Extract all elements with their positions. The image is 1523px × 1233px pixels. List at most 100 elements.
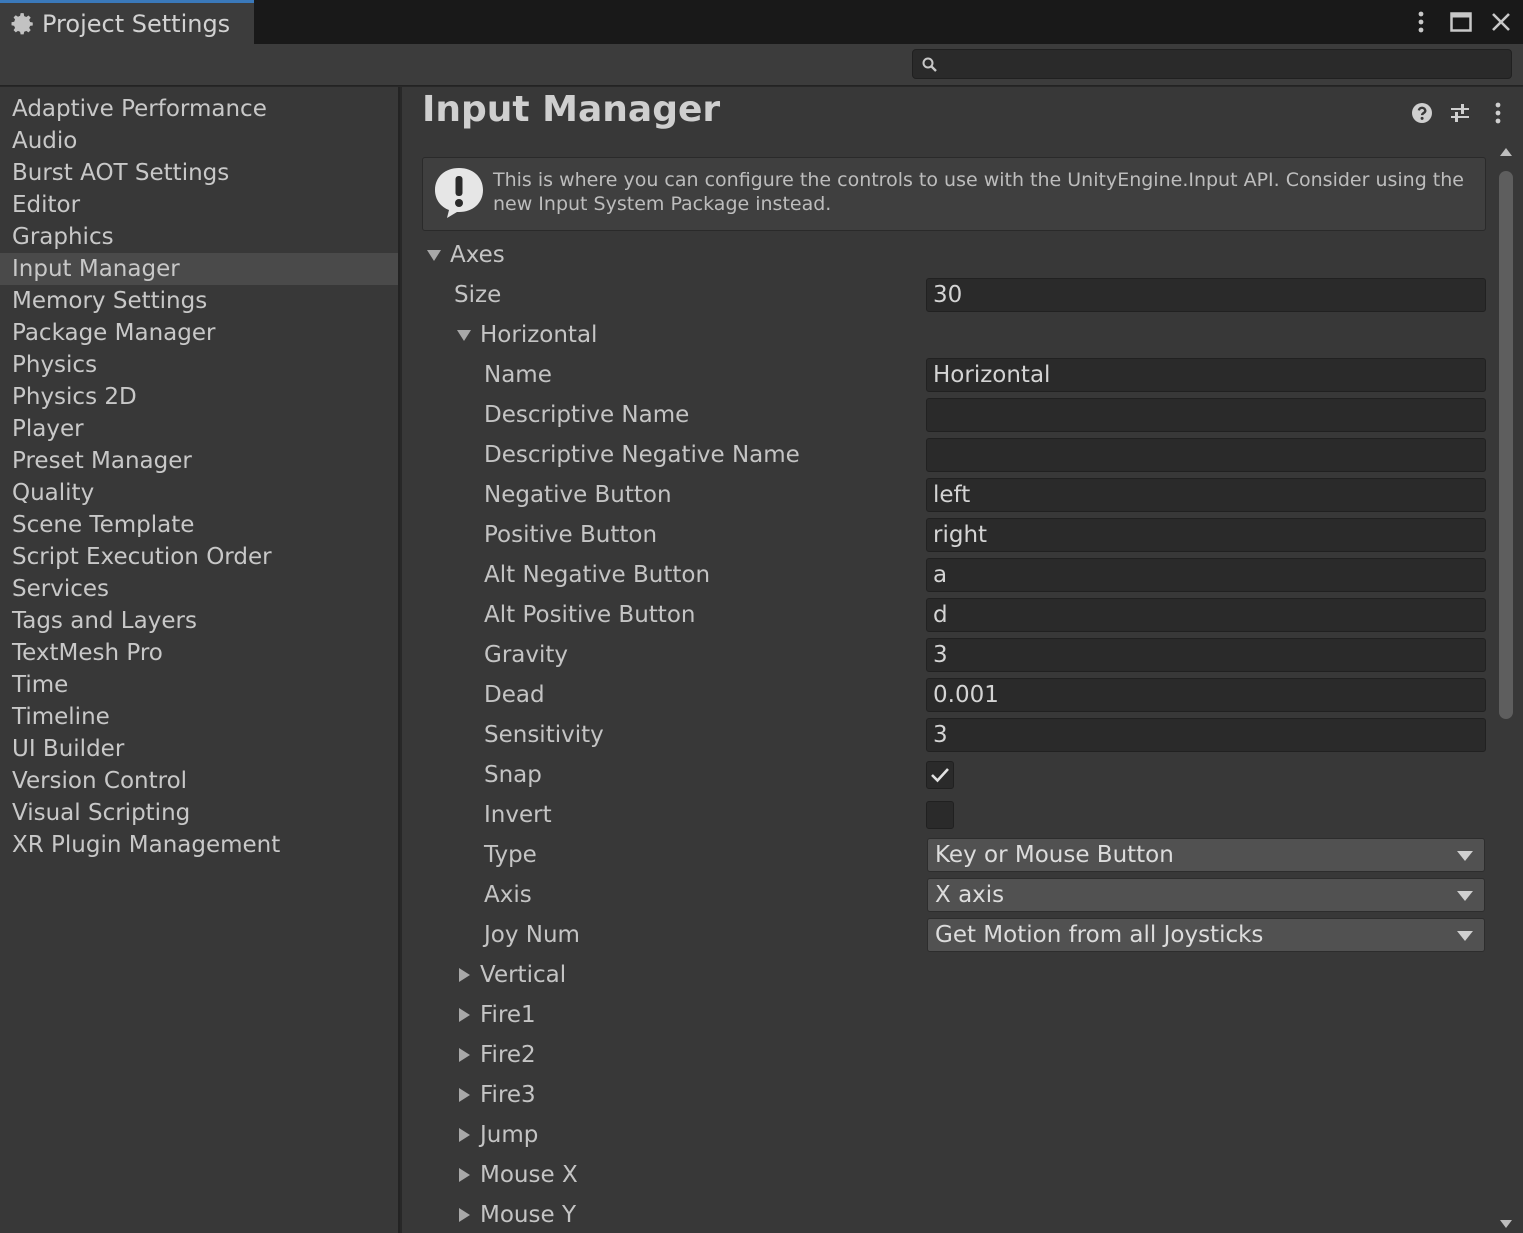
sidebar-item-burst-aot-settings[interactable]: Burst AOT Settings	[0, 157, 398, 189]
sidebar-item-input-manager[interactable]: Input Manager	[0, 253, 398, 285]
sidebar-item-timeline[interactable]: Timeline	[0, 701, 398, 733]
horizontal-foldout: Horizontal	[402, 315, 1492, 355]
fire3-foldout-arrow-icon[interactable]	[456, 1087, 472, 1103]
alt-negative-button-label: Alt Negative Button	[484, 562, 711, 588]
sensitivity-label: Sensitivity	[484, 722, 604, 748]
window-controls	[1409, 6, 1513, 38]
sidebar-item-audio[interactable]: Audio	[0, 125, 398, 157]
search-icon	[922, 57, 937, 72]
settings-main-panel: Input Manager This is where you can conf…	[402, 87, 1523, 1233]
joy-num-dropdown[interactable]: Get Motion from all Joysticks	[927, 918, 1485, 952]
negative-button-field[interactable]: left	[926, 478, 1486, 512]
axis-foldout-label-fire2[interactable]: Fire2	[480, 1035, 536, 1075]
sidebar-item-player[interactable]: Player	[0, 413, 398, 445]
axis-foldout-label-fire3[interactable]: Fire3	[480, 1075, 536, 1115]
alt-positive-button-label: Alt Positive Button	[484, 602, 696, 628]
descriptive-name-row: Descriptive Name	[402, 395, 1492, 435]
project-settings-tab[interactable]: Project Settings	[0, 0, 254, 44]
sidebar-item-editor[interactable]: Editor	[0, 189, 398, 221]
axis-foldout-label-jump[interactable]: Jump	[480, 1115, 538, 1155]
sidebar-item-package-manager[interactable]: Package Manager	[0, 317, 398, 349]
sidebar-item-preset-manager[interactable]: Preset Manager	[0, 445, 398, 477]
positive-button-label: Positive Button	[484, 522, 658, 548]
sidebar-item-script-execution-order[interactable]: Script Execution Order	[0, 541, 398, 573]
alt-positive-button-row: Alt Positive Button d	[402, 595, 1492, 635]
preset-sliders-icon[interactable]	[1449, 101, 1471, 125]
axis-foldout-label-fire1[interactable]: Fire1	[480, 995, 536, 1035]
name-field[interactable]: Horizontal	[926, 358, 1486, 392]
scroll-down-arrow-icon[interactable]	[1499, 1219, 1513, 1229]
fire1-foldout-arrow-icon[interactable]	[456, 1007, 472, 1023]
vertical-scrollbar[interactable]	[1495, 139, 1517, 1233]
toolbar	[0, 44, 1523, 86]
sidebar-item-time[interactable]: Time	[0, 669, 398, 701]
dead-field[interactable]: 0.001	[926, 678, 1486, 712]
sidebar-item-tags-and-layers[interactable]: Tags and Layers	[0, 605, 398, 637]
snap-row: Snap	[402, 755, 1492, 795]
descriptive-negative-name-field[interactable]	[926, 438, 1486, 472]
kebab-menu-icon[interactable]	[1487, 101, 1509, 125]
search-input[interactable]	[945, 52, 1505, 76]
name-row: Name Horizontal	[402, 355, 1492, 395]
tab-title: Project Settings	[42, 9, 231, 38]
fire2-foldout-arrow-icon[interactable]	[456, 1047, 472, 1063]
inspector-header-icons	[1411, 101, 1509, 125]
sidebar-item-quality[interactable]: Quality	[0, 477, 398, 509]
alt-negative-button-field[interactable]: a	[926, 558, 1486, 592]
joy-num-row: Joy Num Get Motion from all Joysticks	[402, 915, 1492, 955]
close-icon[interactable]	[1489, 10, 1513, 34]
sensitivity-field[interactable]: 3	[926, 718, 1486, 752]
positive-button-field[interactable]: right	[926, 518, 1486, 552]
scroll-up-arrow-icon[interactable]	[1499, 147, 1513, 157]
joy-num-dropdown-value: Get Motion from all Joysticks	[935, 922, 1264, 948]
dead-row: Dead 0.001	[402, 675, 1492, 715]
vertical-foldout-arrow-icon[interactable]	[456, 967, 472, 983]
size-field[interactable]: 30	[926, 278, 1486, 312]
type-dropdown[interactable]: Key or Mouse Button	[927, 838, 1485, 872]
axis-foldout-label-vertical[interactable]: Vertical	[480, 955, 566, 995]
snap-label: Snap	[484, 762, 542, 788]
chevron-down-icon	[1457, 891, 1473, 901]
sidebar-item-ui-builder[interactable]: UI Builder	[0, 733, 398, 765]
sidebar-item-visual-scripting[interactable]: Visual Scripting	[0, 797, 398, 829]
mouse-y-foldout-arrow-icon[interactable]	[456, 1207, 472, 1223]
descriptive-name-field[interactable]	[926, 398, 1486, 432]
horizontal-foldout-arrow-icon[interactable]	[456, 327, 472, 343]
jump-foldout-arrow-icon[interactable]	[456, 1127, 472, 1143]
sidebar-item-textmesh-pro[interactable]: TextMesh Pro	[0, 637, 398, 669]
sidebar-item-services[interactable]: Services	[0, 573, 398, 605]
axes-label[interactable]: Axes	[450, 235, 505, 275]
invert-row: Invert	[402, 795, 1492, 835]
positive-button-row: Positive Button right	[402, 515, 1492, 555]
maximize-icon[interactable]	[1449, 10, 1473, 34]
help-icon[interactable]	[1411, 101, 1433, 125]
search-field[interactable]	[912, 49, 1512, 79]
sidebar-item-adaptive-performance[interactable]: Adaptive Performance	[0, 93, 398, 125]
sidebar-item-xr-plugin-management[interactable]: XR Plugin Management	[0, 829, 398, 861]
axis-dropdown[interactable]: X axis	[927, 878, 1485, 912]
sidebar-item-version-control[interactable]: Version Control	[0, 765, 398, 797]
mouse-x-foldout-arrow-icon[interactable]	[456, 1167, 472, 1183]
type-dropdown-value: Key or Mouse Button	[935, 842, 1174, 868]
invert-checkbox[interactable]	[926, 801, 954, 829]
axis-foldout-label-mouse-x[interactable]: Mouse X	[480, 1155, 578, 1195]
sidebar-item-physics[interactable]: Physics	[0, 349, 398, 381]
alt-positive-button-field[interactable]: d	[926, 598, 1486, 632]
help-message: This is where you can configure the cont…	[493, 169, 1464, 215]
sidebar-item-memory-settings[interactable]: Memory Settings	[0, 285, 398, 317]
negative-button-row: Negative Button left	[402, 475, 1492, 515]
axis-foldout-label-mouse-y[interactable]: Mouse Y	[480, 1195, 576, 1233]
scrollbar-thumb[interactable]	[1499, 171, 1513, 719]
kebab-menu-icon[interactable]	[1409, 10, 1433, 34]
alt-negative-button-row: Alt Negative Button a	[402, 555, 1492, 595]
axes-foldout-arrow-icon[interactable]	[426, 247, 442, 263]
snap-checkbox[interactable]	[926, 761, 954, 789]
sidebar-item-graphics[interactable]: Graphics	[0, 221, 398, 253]
axis-foldout-mouse-x: Mouse X	[402, 1155, 1492, 1195]
horizontal-label[interactable]: Horizontal	[480, 315, 597, 355]
gravity-field[interactable]: 3	[926, 638, 1486, 672]
sidebar-item-physics-2d[interactable]: Physics 2D	[0, 381, 398, 413]
sidebar-item-scene-template[interactable]: Scene Template	[0, 509, 398, 541]
axes-foldout: Axes	[402, 235, 1492, 275]
axis-row: Axis X axis	[402, 875, 1492, 915]
